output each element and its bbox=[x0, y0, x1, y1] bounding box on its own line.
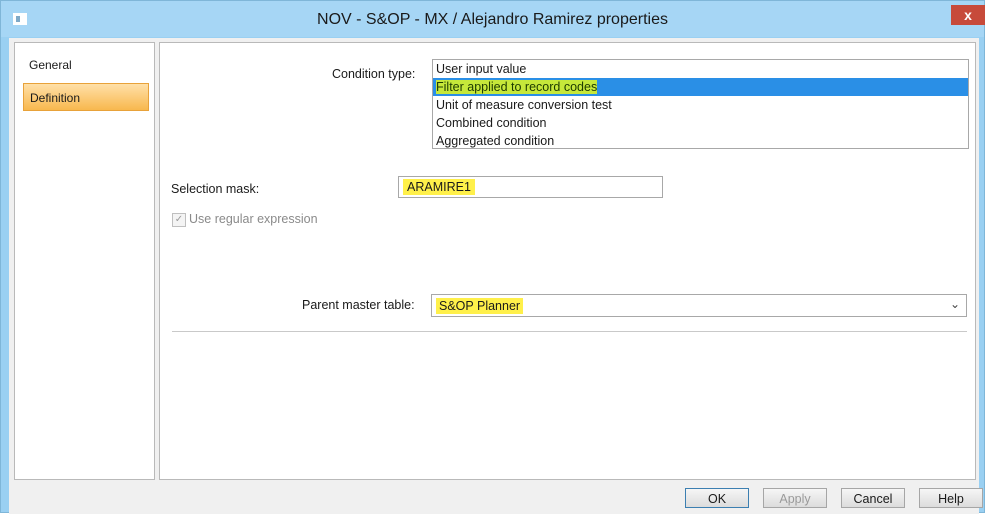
condition-option-uom-conversion[interactable]: Unit of measure conversion test bbox=[433, 96, 968, 114]
help-button[interactable]: Help bbox=[919, 488, 983, 508]
condition-type-label: Condition type: bbox=[332, 67, 416, 81]
definition-panel: Condition type: User input value Filter … bbox=[159, 42, 976, 480]
selection-mask-input[interactable]: ARAMIRE1 bbox=[398, 176, 663, 198]
section-divider bbox=[172, 331, 967, 332]
properties-window: NOV - S&OP - MX / Alejandro Ramirez prop… bbox=[0, 0, 985, 514]
selection-mask-value: ARAMIRE1 bbox=[403, 179, 475, 195]
use-regex-checkbox[interactable]: ✓ bbox=[172, 213, 186, 227]
ok-button[interactable]: OK bbox=[685, 488, 749, 508]
dialog-client-area: General Definition Condition type: User … bbox=[9, 38, 983, 514]
navigation-pane: General Definition bbox=[14, 42, 155, 480]
nav-item-general[interactable]: General bbox=[23, 51, 149, 79]
close-button[interactable]: x bbox=[951, 5, 985, 25]
parent-master-table-select[interactable]: S&OP Planner ⌄ bbox=[431, 294, 967, 317]
condition-option-filter-record-codes[interactable]: Filter applied to record codes bbox=[433, 78, 968, 96]
condition-option-combined[interactable]: Combined condition bbox=[433, 114, 968, 132]
selection-mask-label: Selection mask: bbox=[171, 182, 260, 196]
parent-master-table-label: Parent master table: bbox=[302, 298, 415, 312]
condition-option-aggregated[interactable]: Aggregated condition bbox=[433, 132, 968, 148]
condition-type-listbox[interactable]: User input value Filter applied to recor… bbox=[432, 59, 969, 149]
apply-button[interactable]: Apply bbox=[763, 488, 827, 508]
condition-option-filter-label: Filter applied to record codes bbox=[436, 80, 598, 94]
cancel-button[interactable]: Cancel bbox=[841, 488, 905, 508]
parent-master-table-value: S&OP Planner bbox=[436, 298, 524, 314]
use-regex-label: Use regular expression bbox=[189, 212, 318, 226]
nav-item-definition[interactable]: Definition bbox=[23, 83, 149, 111]
window-title: NOV - S&OP - MX / Alejandro Ramirez prop… bbox=[317, 11, 668, 28]
condition-option-user-input[interactable]: User input value bbox=[433, 60, 968, 78]
title-bar[interactable]: NOV - S&OP - MX / Alejandro Ramirez prop… bbox=[1, 1, 985, 37]
chevron-down-icon[interactable]: ⌄ bbox=[950, 297, 960, 311]
